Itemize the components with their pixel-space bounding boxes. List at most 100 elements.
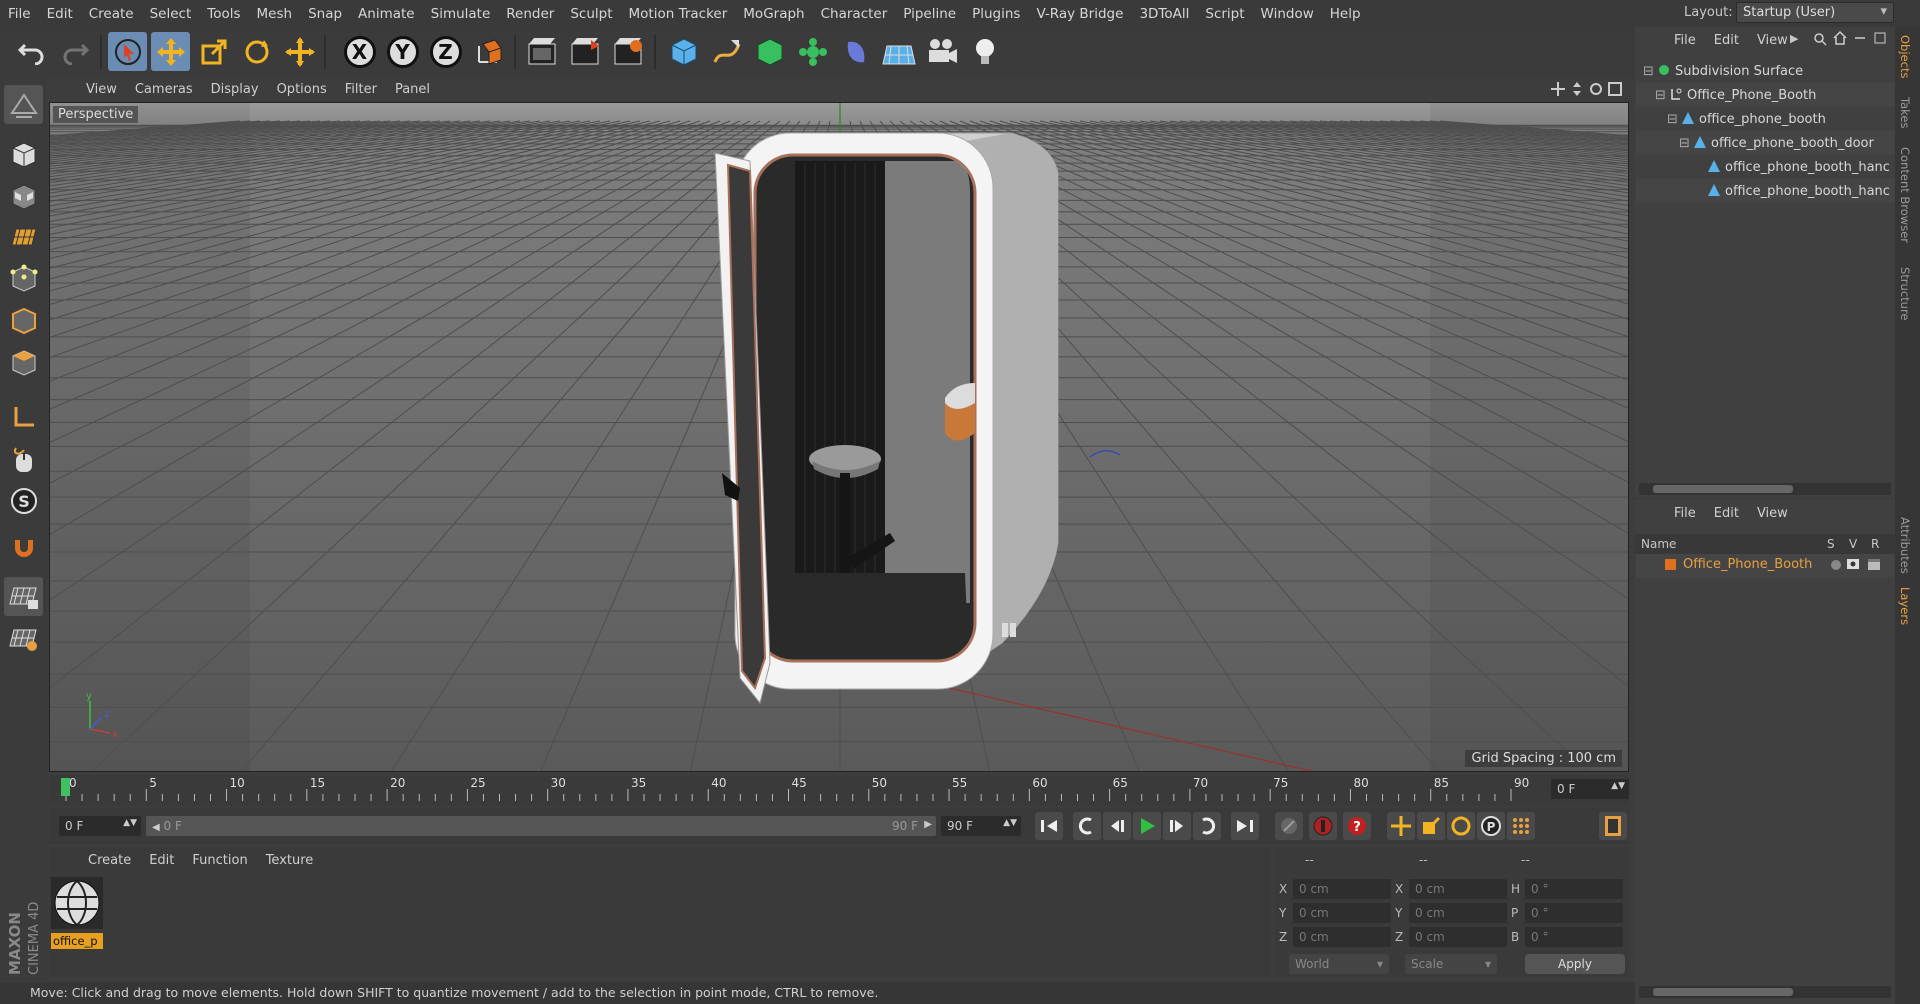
tree-item-handle-1[interactable]: office_phone_booth_hanc xyxy=(1725,160,1890,175)
layer-solo-dot-icon[interactable] xyxy=(1831,560,1841,570)
coord-pos-y-field[interactable]: 0 cm xyxy=(1293,903,1391,923)
coordinate-system-icon[interactable] xyxy=(469,32,508,71)
tab-objects[interactable]: Objects xyxy=(1898,35,1912,78)
tree-item-office-phone-booth-door[interactable]: office_phone_booth_door xyxy=(1711,136,1874,151)
obj-menu-edit[interactable]: Edit xyxy=(1705,33,1748,48)
menu-sculpt[interactable]: Sculpt xyxy=(562,6,620,22)
vp-menu-cameras[interactable]: Cameras xyxy=(126,82,202,97)
render-view-icon[interactable] xyxy=(522,32,561,71)
key-scale-icon[interactable] xyxy=(1417,812,1445,840)
vp-menu-view[interactable]: View xyxy=(77,82,126,97)
coord-rot-b-field[interactable]: 0 ° xyxy=(1525,927,1623,947)
coord-size-x-field[interactable]: 0 cm xyxy=(1409,879,1507,899)
menu-script[interactable]: Script xyxy=(1197,6,1252,22)
viewport-camera-label[interactable]: Perspective xyxy=(53,106,139,123)
material-swatch[interactable]: office_p xyxy=(51,877,103,949)
layer-color-swatch[interactable] xyxy=(1665,559,1676,570)
expand-toggle-icon[interactable]: ⊟ xyxy=(1679,136,1690,151)
obj-menu-file[interactable]: File xyxy=(1665,33,1705,48)
points-mode-icon[interactable] xyxy=(4,259,43,298)
search-icon[interactable] xyxy=(1813,32,1827,50)
live-selection-icon[interactable] xyxy=(108,32,147,71)
menu-plugins[interactable]: Plugins xyxy=(964,6,1028,22)
coord-rot-h-field[interactable]: 0 ° xyxy=(1525,879,1623,899)
scale-icon[interactable] xyxy=(194,32,233,71)
mat-menu-texture[interactable]: Texture xyxy=(257,853,323,868)
menu-help[interactable]: Help xyxy=(1322,6,1369,22)
coord-pos-x-field[interactable]: 0 cm xyxy=(1293,879,1391,899)
render-to-picture-viewer-icon[interactable] xyxy=(565,32,604,71)
timeline-scale[interactable]: 0 5 10 15 20 25 30 35 40 45 50 55 60 65 70 75 80 85 90 xyxy=(61,775,1551,805)
cloner-icon[interactable] xyxy=(793,32,832,71)
menu-motion-tracker[interactable]: Motion Tracker xyxy=(621,6,736,22)
end-frame-field[interactable]: 90 F ▲▼ xyxy=(941,816,1021,836)
expand-toggle-icon[interactable]: ⊟ xyxy=(1655,88,1666,103)
coord-size-z-field[interactable]: 0 cm xyxy=(1409,927,1507,947)
menu-window[interactable]: Window xyxy=(1253,6,1322,22)
timeline-window-icon[interactable] xyxy=(1599,812,1627,840)
y-axis-lock-button[interactable]: Y xyxy=(383,32,422,71)
coord-rot-p-field[interactable]: 0 ° xyxy=(1525,903,1623,923)
expand-toggle-icon[interactable]: ⊟ xyxy=(1667,112,1678,127)
subdivision-surface-icon[interactable] xyxy=(750,32,789,71)
layer-visible-eye-icon[interactable] xyxy=(1846,558,1860,574)
go-to-end-icon[interactable] xyxy=(1231,812,1259,840)
record-keys-disabled-icon[interactable] xyxy=(1275,812,1303,840)
menu-mograph[interactable]: MoGraph xyxy=(735,6,812,22)
mat-menu-create[interactable]: Create xyxy=(79,853,140,868)
texture-mode-icon[interactable] xyxy=(4,177,43,216)
menu-render[interactable]: Render xyxy=(498,6,562,22)
link-icon[interactable] xyxy=(1853,31,1867,49)
z-axis-lock-button[interactable]: Z xyxy=(426,32,465,71)
previous-frame-icon[interactable] xyxy=(1103,812,1131,840)
tab-attributes[interactable]: Attributes xyxy=(1898,517,1912,574)
next-key-icon[interactable] xyxy=(1193,812,1221,840)
scroll-thumb[interactable] xyxy=(1653,988,1793,996)
tree-item-subdivision-surface[interactable]: Subdivision Surface xyxy=(1675,64,1803,79)
vp-rotate-icon[interactable] xyxy=(1588,81,1604,101)
move-icon[interactable] xyxy=(151,32,190,71)
menu-tools[interactable]: Tools xyxy=(199,6,248,22)
edges-mode-icon[interactable] xyxy=(4,301,43,340)
polygons-mode-icon[interactable] xyxy=(4,343,43,382)
layer-hscrollbar[interactable] xyxy=(1639,986,1891,998)
menu-3dtoall[interactable]: 3DToAll xyxy=(1131,6,1197,22)
vp-menu-filter[interactable]: Filter xyxy=(336,82,386,97)
model-mode-icon[interactable] xyxy=(4,135,43,174)
menu-simulate[interactable]: Simulate xyxy=(423,6,499,22)
previous-key-icon[interactable] xyxy=(1073,812,1101,840)
light-icon[interactable] xyxy=(965,32,1004,71)
transform-icon[interactable] xyxy=(280,32,319,71)
home-icon[interactable] xyxy=(1833,30,1847,49)
tab-structure[interactable]: Structure xyxy=(1898,267,1912,321)
layer-menu-file[interactable]: File xyxy=(1665,506,1705,521)
coord-mode-world-dropdown[interactable]: World ▾ xyxy=(1289,954,1389,974)
play-forward-icon[interactable] xyxy=(1133,812,1161,840)
rotate-icon[interactable] xyxy=(237,32,276,71)
layout-dropdown[interactable]: Startup (User) xyxy=(1736,2,1894,23)
current-frame-field[interactable]: 0 F ▲▼ xyxy=(59,816,141,836)
menu-edit[interactable]: Edit xyxy=(39,6,81,22)
undo-icon[interactable] xyxy=(12,32,51,71)
layer-menu-edit[interactable]: Edit xyxy=(1705,506,1748,521)
record-active-objects-icon[interactable] xyxy=(1309,812,1337,840)
menu-mesh[interactable]: Mesh xyxy=(249,6,301,22)
expand-toggle-icon[interactable]: ⊟ xyxy=(1643,64,1654,79)
locked-workplane-icon[interactable] xyxy=(4,577,43,616)
menu-snap[interactable]: Snap xyxy=(300,6,350,22)
tab-layers[interactable]: Layers xyxy=(1898,587,1912,625)
playhead-marker[interactable] xyxy=(61,778,70,796)
mat-menu-function[interactable]: Function xyxy=(183,853,256,868)
frame-range-slider[interactable]: ◀ 0 F 90 F ▶ xyxy=(146,816,936,836)
vp-maximize-icon[interactable] xyxy=(1607,81,1623,101)
scroll-thumb[interactable] xyxy=(1653,485,1793,493)
menu-character[interactable]: Character xyxy=(813,6,896,22)
render-settings-icon[interactable] xyxy=(608,32,647,71)
vp-pan-icon[interactable] xyxy=(1550,81,1566,101)
solo-icon[interactable]: S xyxy=(4,481,43,520)
axis-mode-icon[interactable] xyxy=(4,397,43,436)
key-rotation-icon[interactable] xyxy=(1447,812,1475,840)
cube-primitive-icon[interactable] xyxy=(664,32,703,71)
go-to-start-icon[interactable] xyxy=(1035,812,1063,840)
key-parameter-icon[interactable]: P xyxy=(1477,812,1505,840)
